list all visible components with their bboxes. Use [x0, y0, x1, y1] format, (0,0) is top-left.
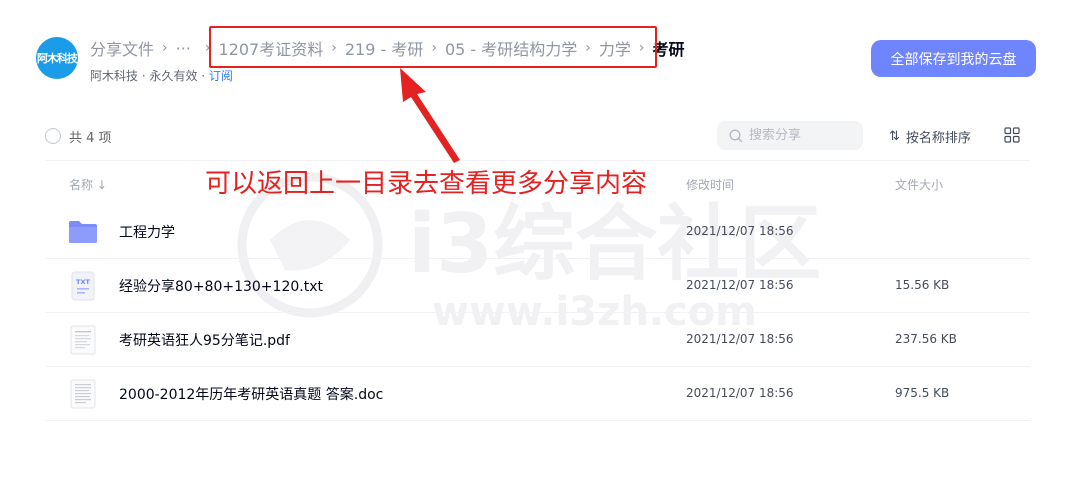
file-name[interactable]: 考研英语狂人95分笔记.pdf	[119, 330, 290, 350]
annotation-arrow-icon	[400, 68, 460, 163]
column-header-modified[interactable]: 修改时间	[686, 176, 734, 193]
file-size: 15.56 KB	[895, 278, 950, 292]
sort-label: 按名称排序	[905, 131, 971, 146]
item-count: 共 4 项	[69, 131, 112, 146]
file-modified-time: 2021/12/07 18:56	[686, 278, 794, 292]
folder-icon	[69, 221, 97, 243]
svg-text:TXT: TXT	[76, 278, 90, 286]
file-name[interactable]: 工程力学	[119, 222, 175, 242]
sort-arrows-icon: ⇅	[889, 129, 900, 144]
file-modified-time: 2021/12/07 18:56	[686, 386, 794, 400]
owner-text: 阿木科技 · 永久有效 ·	[90, 69, 209, 83]
breadcrumb-root[interactable]: 分享文件	[90, 36, 154, 60]
doc-file-icon	[70, 379, 96, 409]
table-row[interactable]: 工程力学 2021/12/07 18:56	[45, 205, 1030, 259]
breadcrumb-ellipsis[interactable]: ···	[176, 39, 191, 58]
pdf-file-icon	[70, 325, 96, 355]
search-box[interactable]	[717, 121, 863, 150]
grid-view-icon[interactable]	[1004, 127, 1020, 143]
sort-by-name-button[interactable]: ⇅ 按名称排序	[889, 127, 971, 146]
search-icon	[729, 128, 743, 142]
table-row[interactable]: 2000-2012年历年考研英语真题 答案.doc 2021/12/07 18:…	[45, 367, 1030, 421]
chevron-right-icon: ›	[162, 40, 168, 56]
subscribe-link[interactable]: 订阅	[209, 69, 233, 83]
column-header-size[interactable]: 文件大小	[895, 176, 943, 193]
save-all-button[interactable]: 全部保存到我的云盘	[871, 40, 1036, 77]
file-name[interactable]: 经验分享80+80+130+120.txt	[119, 276, 323, 296]
file-size: 237.56 KB	[895, 332, 957, 346]
file-name[interactable]: 2000-2012年历年考研英语真题 答案.doc	[119, 384, 383, 404]
file-modified-time: 2021/12/07 18:56	[686, 224, 794, 238]
txt-file-icon: TXT	[71, 271, 95, 301]
divider	[45, 160, 1030, 161]
search-input[interactable]	[749, 128, 849, 143]
avatar[interactable]: 阿木科技	[36, 37, 78, 79]
file-size: 975.5 KB	[895, 386, 950, 400]
breadcrumb-current: 考研	[652, 40, 685, 59]
column-header-name[interactable]: 名称 ↓	[69, 176, 107, 193]
select-all-checkbox[interactable]	[45, 128, 61, 144]
annotation-text: 可以返回上一目录去查看更多分享内容	[205, 169, 648, 199]
file-modified-time: 2021/12/07 18:56	[686, 332, 794, 346]
table-row[interactable]: TXT 经验分享80+80+130+120.txt 2021/12/07 18:…	[45, 259, 1030, 313]
table-row[interactable]: 考研英语狂人95分笔记.pdf 2021/12/07 18:56 237.56 …	[45, 313, 1030, 367]
avatar-text: 阿木科技	[37, 52, 78, 65]
share-owner-info: 阿木科技 · 永久有效 · 订阅	[90, 67, 233, 84]
